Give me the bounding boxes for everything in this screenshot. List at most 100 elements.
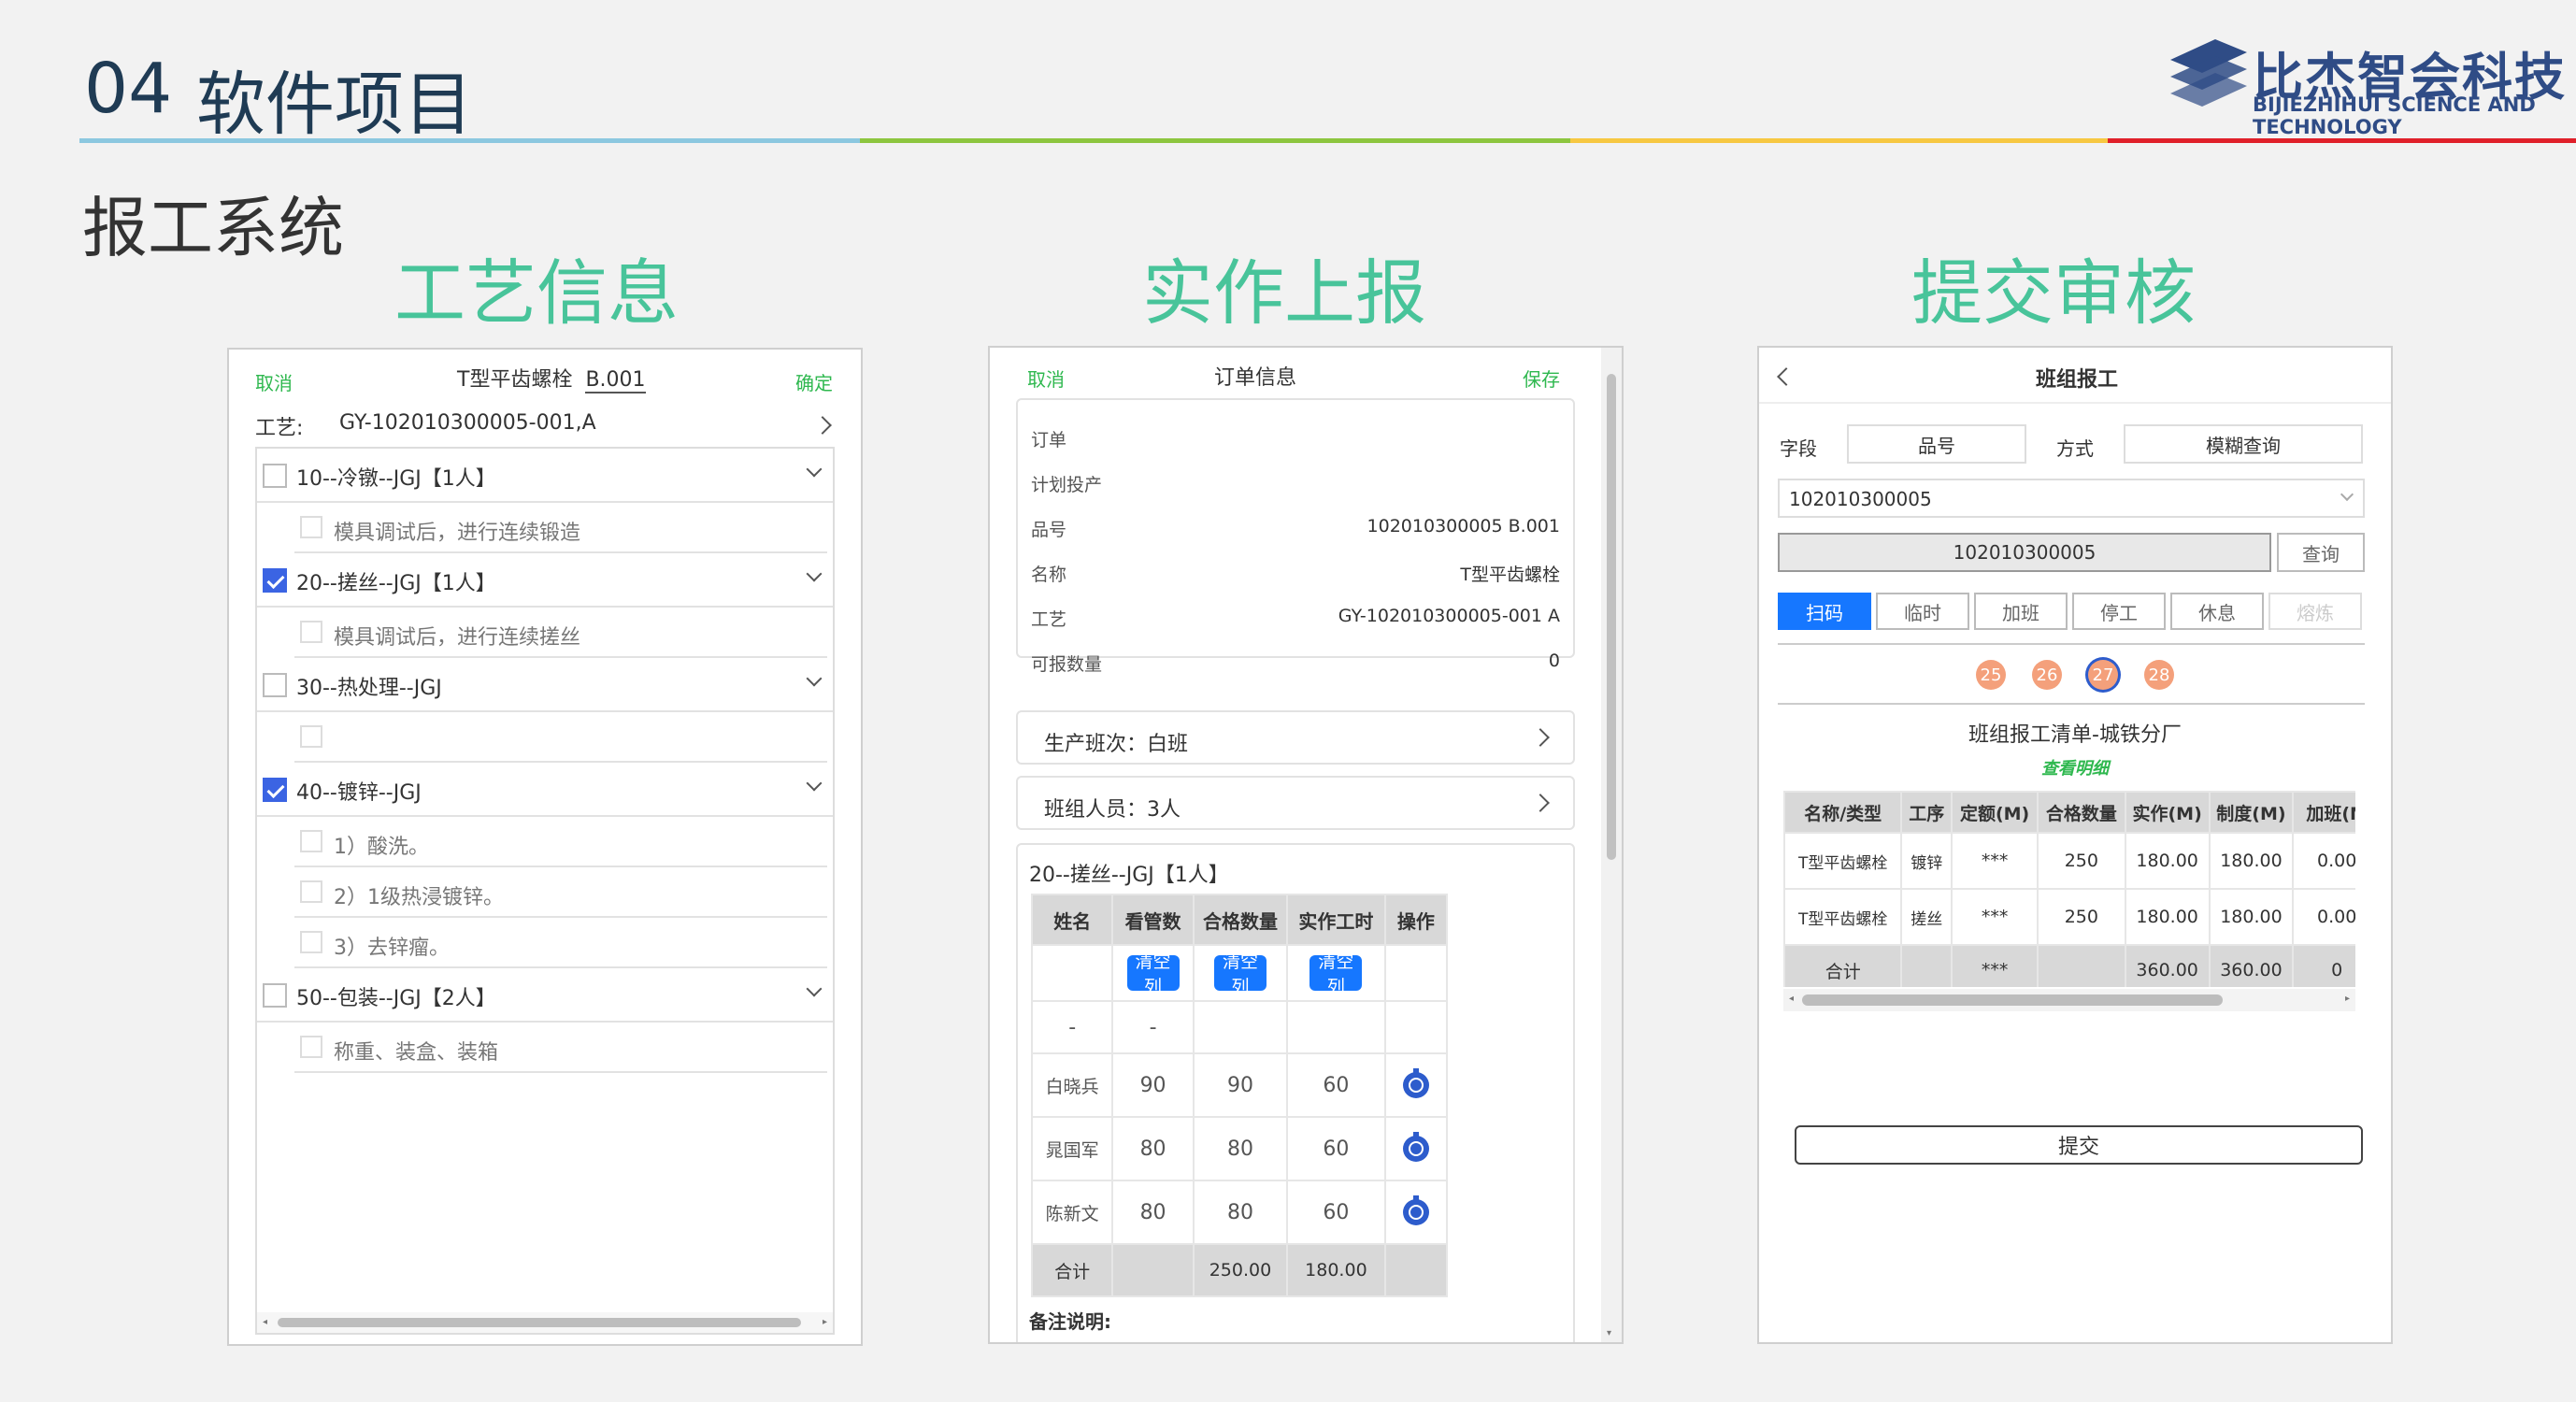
list-title: 班组报工清单-城铁分厂 [1968, 723, 2182, 747]
step-label: 20--搓丝--JGJ【1人】 [296, 572, 496, 595]
table-cell[interactable]: 60 [1286, 1052, 1386, 1118]
submit-button[interactable]: 提交 [1795, 1125, 2363, 1165]
table-row[interactable]: T型平齿螺栓 搓丝 *** 250 180.00 180.00 0.00 [1783, 888, 2355, 946]
tab-5[interactable]: 熔炼 [2268, 593, 2362, 630]
tab-1[interactable]: 临时 [1876, 593, 1969, 630]
timer-icon[interactable] [1402, 1132, 1429, 1162]
process-label: 工艺: [255, 417, 304, 440]
section-number: 04 [84, 49, 173, 129]
clear-column-button[interactable]: 清空列 [1126, 951, 1180, 997]
timer-icon[interactable] [1402, 1068, 1429, 1098]
product-code-dropdown[interactable]: 102010300005 [1778, 479, 2365, 518]
chevron-down-icon[interactable] [806, 775, 823, 792]
chevron-down-icon[interactable] [806, 980, 823, 997]
timer-icon[interactable] [1402, 1195, 1429, 1225]
mode-select[interactable]: 模糊查询 [2124, 424, 2363, 464]
table-row[interactable]: T型平齿螺栓 镀锌 *** 250 180.00 180.00 0.00 [1783, 832, 2355, 890]
table-cell: 0.00 [2292, 888, 2355, 946]
process-substep-row[interactable]: 模具调试后，进行连续锻造 [294, 503, 827, 553]
field-select[interactable]: 品号 [1847, 424, 2026, 464]
table-horizontal-scrollbar[interactable]: ◂ ▸ [1783, 989, 2355, 1011]
table-cell[interactable]: 80 [1111, 1180, 1195, 1245]
step-label: 30--热处理--JGJ [296, 677, 442, 700]
checkbox[interactable] [263, 778, 287, 802]
view-detail-link[interactable]: 查看明细 [1759, 755, 2391, 780]
table-cell [1192, 1000, 1289, 1054]
chevron-right-icon[interactable] [813, 416, 832, 435]
order-field-row: 品号 102010300005 B.001 [1031, 508, 1560, 546]
table-cell[interactable]: 80 [1192, 1180, 1289, 1245]
section-label-submit-review: 提交审核 [1911, 251, 2196, 335]
tab-3[interactable]: 停工 [2072, 593, 2166, 630]
table-header: 实作(M) [2124, 791, 2211, 834]
worker-name: 陈新文 [1030, 1180, 1114, 1245]
table-cell[interactable]: 60 [1286, 1116, 1386, 1181]
chevron-down-icon[interactable] [806, 565, 823, 582]
process-substep-row[interactable]: 模具调试后，进行连续搓丝 [294, 608, 827, 658]
checkbox[interactable] [263, 673, 287, 697]
process-substep-row[interactable]: 3）去锌瘤。 [294, 918, 827, 968]
process-substep-row[interactable]: 1）酸洗。 [294, 817, 827, 867]
table-cell [1286, 1000, 1386, 1054]
section-label-report: 实作上报 [1142, 251, 1426, 335]
process-step-row[interactable]: 40--镀锌--JGJ [257, 763, 833, 817]
day-badge[interactable]: 26 [2032, 660, 2062, 690]
process-step-row[interactable]: 20--搓丝--JGJ【1人】 [257, 553, 833, 608]
shift-selector[interactable]: 生产班次：白班 [1016, 710, 1575, 765]
tab-0[interactable]: 扫码 [1778, 593, 1871, 630]
confirm-button[interactable]: 确定 [795, 368, 833, 395]
checkbox[interactable] [263, 464, 287, 488]
query-button[interactable]: 查询 [2277, 533, 2365, 572]
table-cell[interactable]: 80 [1111, 1116, 1195, 1181]
checkbox[interactable] [300, 621, 322, 643]
panel-title: T型平齿螺栓 B.001 [457, 368, 646, 393]
process-step-row[interactable]: 50--包装--JGJ【2人】 [257, 968, 833, 1023]
team-report-panel: 班组报工 字段 品号 方式 模糊查询 102010300005 10201030… [1757, 346, 2393, 1344]
vertical-scrollbar[interactable]: ▾ [1601, 348, 1622, 1342]
day-badge[interactable]: 28 [2144, 660, 2174, 690]
table-cell: 搓丝 [1900, 888, 1953, 946]
search-input[interactable]: 102010300005 [1778, 533, 2271, 572]
clear-column-button[interactable]: 清空列 [1213, 951, 1267, 997]
panel-title: 班组报工 [2036, 368, 2119, 392]
checkbox[interactable] [300, 1036, 322, 1058]
table-header: 合格数量 [2036, 791, 2126, 834]
table-header: 加班(M [2292, 791, 2355, 834]
checkbox[interactable] [300, 725, 322, 748]
total-qualified: 250.00 [1192, 1243, 1289, 1297]
checkbox[interactable] [263, 568, 287, 593]
checkbox[interactable] [300, 880, 322, 903]
chevron-down-icon[interactable] [806, 461, 823, 478]
table-cell[interactable]: 60 [1286, 1180, 1386, 1245]
horizontal-scrollbar[interactable]: ◂ ▸ [257, 1312, 833, 1333]
report-table-wrap: 名称/类型工序定额(M)合格数量实作(M)制度(M)加班(M T型平齿螺栓镀锌*… [1783, 791, 2355, 987]
save-button[interactable]: 保存 [1523, 365, 1560, 392]
table-cell[interactable]: 80 [1192, 1116, 1289, 1181]
process-substep-row[interactable]: 称重、装盒、装箱 [294, 1023, 827, 1073]
operation-card: 20--搓丝--JGJ【1人】 姓名 看管数 合格数量 实作工时 操作 清空列 清空列 清空… [1016, 843, 1575, 1342]
checkbox[interactable] [300, 931, 322, 953]
team-selector[interactable]: 班组人员：3人 [1016, 776, 1575, 830]
step-label: 模具调试后，进行连续搓丝 [334, 626, 581, 650]
process-step-row[interactable]: 30--热处理--JGJ [257, 658, 833, 712]
table-cell[interactable]: 90 [1192, 1052, 1289, 1118]
checkbox[interactable] [300, 516, 322, 538]
day-badge[interactable]: 25 [1976, 660, 2006, 690]
tab-4[interactable]: 休息 [2170, 593, 2264, 630]
cancel-button[interactable]: 取消 [1027, 365, 1065, 392]
checkbox[interactable] [263, 983, 287, 1008]
table-header: 看管数 [1111, 894, 1195, 946]
chevron-down-icon[interactable] [806, 670, 823, 687]
process-step-row[interactable]: 10--冷镦--JGJ【1人】 [257, 449, 833, 503]
tab-2[interactable]: 加班 [1974, 593, 2068, 630]
process-substep-row[interactable]: 2）1级热浸镀锌。 [294, 867, 827, 918]
table-cell[interactable]: 90 [1111, 1052, 1195, 1118]
order-field-row: 订单 [1031, 419, 1560, 456]
day-badge[interactable]: 27 [2088, 660, 2118, 690]
process-substep-row[interactable] [294, 712, 827, 763]
company-logo-icon [2170, 39, 2247, 107]
table-cell: 180.00 [2124, 832, 2211, 890]
cancel-button[interactable]: 取消 [255, 368, 293, 395]
clear-column-button[interactable]: 清空列 [1309, 951, 1363, 997]
checkbox[interactable] [300, 830, 322, 852]
